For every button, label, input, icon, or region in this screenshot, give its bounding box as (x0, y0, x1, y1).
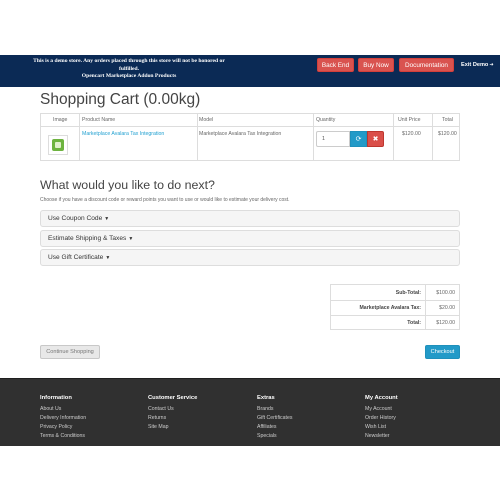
next-section-title: What would you like to do next? (40, 178, 215, 192)
column-header-product-name: Product Name (82, 117, 116, 123)
page-title: Shopping Cart (0.00kg) (40, 91, 201, 108)
arrow-right-icon: ➜ (489, 62, 494, 68)
refresh-icon[interactable]: ⟳ (350, 131, 367, 147)
footer-heading: Customer Service (148, 395, 198, 401)
footer-heading: Extras (257, 395, 275, 401)
next-section-description: Choose if you have a discount code or re… (40, 197, 290, 203)
footer-column-customer-service: Customer Service Contact Us Returns Site… (148, 395, 197, 432)
table-divider (79, 114, 80, 160)
footer-link[interactable]: Returns (148, 414, 197, 423)
total-value: $120.00 (436, 320, 455, 326)
footer-heading: My Account (365, 395, 398, 401)
footer-link[interactable]: About Us (40, 405, 86, 414)
table-divider (331, 300, 459, 301)
demo-message-line-2: fulfilled. (118, 65, 140, 72)
estimate-shipping-panel[interactable]: Estimate Shipping & Taxes ▼ (40, 230, 460, 247)
caret-down-icon: ▼ (128, 236, 134, 242)
totals-table: Sub-Total: $100.00 Marketplace Avalara T… (330, 284, 460, 330)
continue-shopping-button[interactable]: Continue Shopping (40, 345, 100, 359)
product-model: Marketplace Avalara Tax Integration (199, 131, 282, 137)
demo-message-line-3: Opencart Marketplace Addon Products (81, 73, 177, 79)
subtotal-label: Sub-Total: (395, 290, 421, 296)
row-total: $120.00 (438, 131, 457, 137)
column-header-unit-price: Unit Price (398, 117, 421, 123)
caret-down-icon: ▼ (104, 216, 110, 222)
buy-now-button[interactable]: Buy Now (358, 58, 394, 72)
coupon-code-panel[interactable]: Use Coupon Code ▼ (40, 210, 460, 227)
quantity-input[interactable]: 1 (316, 131, 350, 147)
column-header-total: Total (442, 117, 453, 123)
tax-label: Marketplace Avalara Tax: (359, 305, 421, 311)
documentation-button[interactable]: Documentation (399, 58, 454, 72)
back-end-button[interactable]: Back End (317, 58, 354, 72)
footer-link[interactable]: Specials (257, 432, 292, 441)
product-thumbnail[interactable] (48, 135, 68, 155)
footer-heading: Information (40, 395, 72, 401)
product-name-link[interactable]: Marketplace Avalara Tax Integration (82, 131, 164, 137)
table-divider (313, 114, 314, 160)
footer-link[interactable]: Terms & Conditions (40, 432, 86, 441)
exit-demo-link[interactable]: Exit Demo➜ (461, 58, 494, 72)
table-divider (331, 315, 459, 316)
table-divider (432, 114, 433, 160)
footer-link[interactable]: Order History (365, 414, 398, 423)
panel-label: Use Coupon Code (48, 215, 103, 222)
footer-link[interactable]: Gift Certificates (257, 414, 292, 423)
gift-certificate-panel[interactable]: Use Gift Certificate ▼ (40, 249, 460, 266)
exit-demo-label: Exit Demo (461, 62, 489, 68)
footer-link[interactable]: Contact Us (148, 405, 197, 414)
panel-label: Use Gift Certificate (48, 254, 104, 261)
footer-link[interactable]: Privacy Policy (40, 423, 86, 432)
footer-column-extras: Extras Brands Gift Certificates Affiliat… (257, 395, 292, 441)
table-divider (425, 285, 426, 329)
demo-message-line-1: This is a demo store. Any orders placed … (33, 58, 225, 64)
tax-value: $20.00 (439, 305, 455, 311)
footer-link[interactable]: Wish List (365, 423, 398, 432)
table-divider (393, 114, 394, 160)
footer-link[interactable]: Affiliates (257, 423, 292, 432)
footer-link[interactable]: Newsletter (365, 432, 398, 441)
unit-price: $120.00 (402, 131, 421, 137)
footer-link[interactable]: Brands (257, 405, 292, 414)
close-circle-icon[interactable]: ✖ (367, 131, 384, 147)
demo-message: This is a demo store. Any orders placed … (4, 58, 254, 81)
footer-link[interactable]: My Account (365, 405, 398, 414)
checkout-button[interactable]: Checkout (425, 345, 460, 359)
caret-down-icon: ▼ (105, 255, 111, 261)
column-header-quantity: Quantity (316, 117, 336, 123)
total-label: Total: (407, 320, 421, 326)
footer-column-information: Information About Us Delivery Informatio… (40, 395, 86, 441)
footer-link[interactable]: Delivery Information (40, 414, 86, 423)
column-header-model: Model (199, 117, 214, 123)
panel-label: Estimate Shipping & Taxes (48, 235, 127, 242)
table-divider (197, 114, 198, 160)
product-image-icon (52, 139, 64, 151)
footer-link[interactable]: Site Map (148, 423, 197, 432)
subtotal-value: $100.00 (436, 290, 455, 296)
column-header-image: Image (53, 117, 68, 123)
footer-column-my-account: My Account My Account Order History Wish… (365, 395, 398, 441)
